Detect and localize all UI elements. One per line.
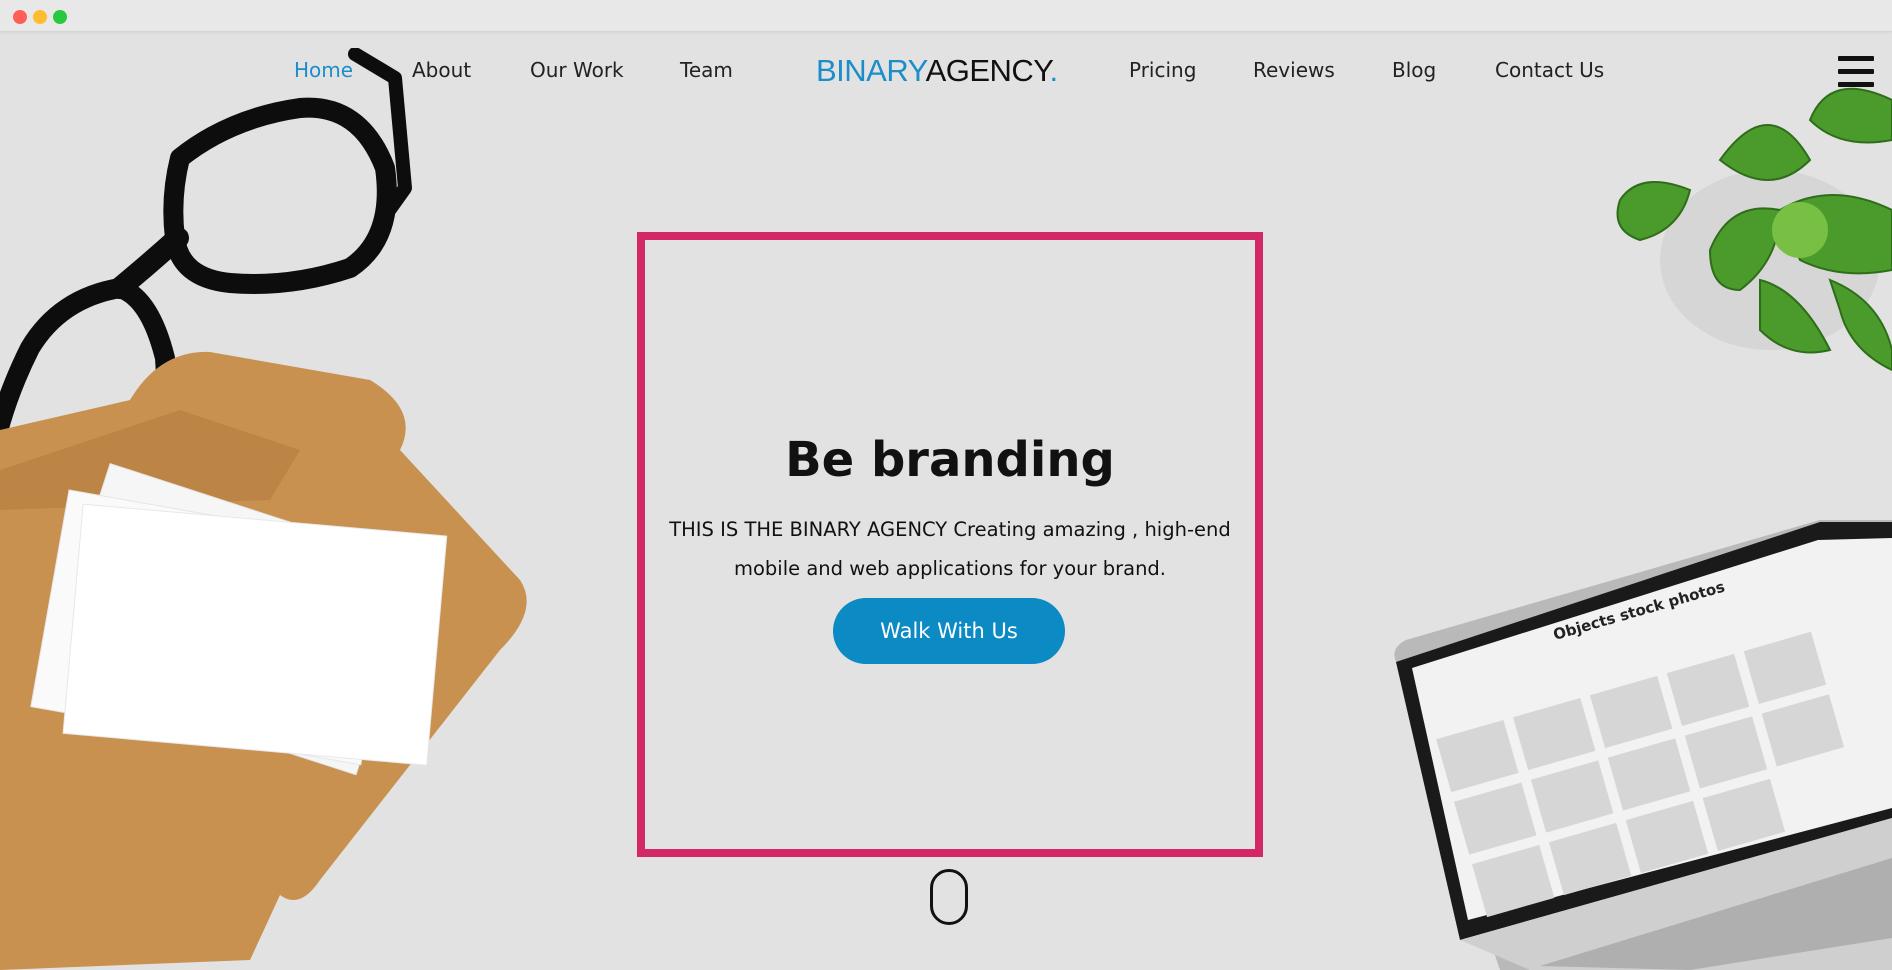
window-titlebar [0,0,1892,32]
nav-link-blog[interactable]: Blog [1392,58,1436,82]
scroll-down-mouse-icon[interactable] [930,869,968,925]
nav-link-home[interactable]: Home [294,58,353,82]
logo-binary: BINARY [816,53,926,88]
nav-link-reviews[interactable]: Reviews [1253,58,1335,82]
hero-frame: Be branding THIS IS THE BINARY AGENCY Cr… [637,232,1263,857]
nav-link-about[interactable]: About [412,58,471,82]
nav-link-contact-us[interactable]: Contact Us [1495,58,1604,82]
hero-description: THIS IS THE BINARY AGENCY Creating amazi… [669,518,1231,580]
nav-link-team[interactable]: Team [680,58,733,82]
logo-dot: . [1049,53,1058,88]
laptop-image: Objects stock photos [1394,520,1892,970]
maximize-window-icon[interactable] [53,10,67,24]
nav-link-pricing[interactable]: Pricing [1129,58,1196,82]
envelope-with-cards-image [0,351,527,970]
walk-with-us-button[interactable]: Walk With Us [833,598,1065,664]
hamburger-menu-icon[interactable] [1838,56,1874,88]
logo-agency: AGENCY [925,53,1050,88]
close-window-icon[interactable] [13,10,27,24]
hero-title: Be branding [785,432,1115,488]
succulent-plant-image [1616,87,1892,372]
site-logo[interactable]: BINARYAGENCY. [816,53,1058,89]
minimize-window-icon[interactable] [33,10,47,24]
nav-link-our-work[interactable]: Our Work [530,58,624,82]
